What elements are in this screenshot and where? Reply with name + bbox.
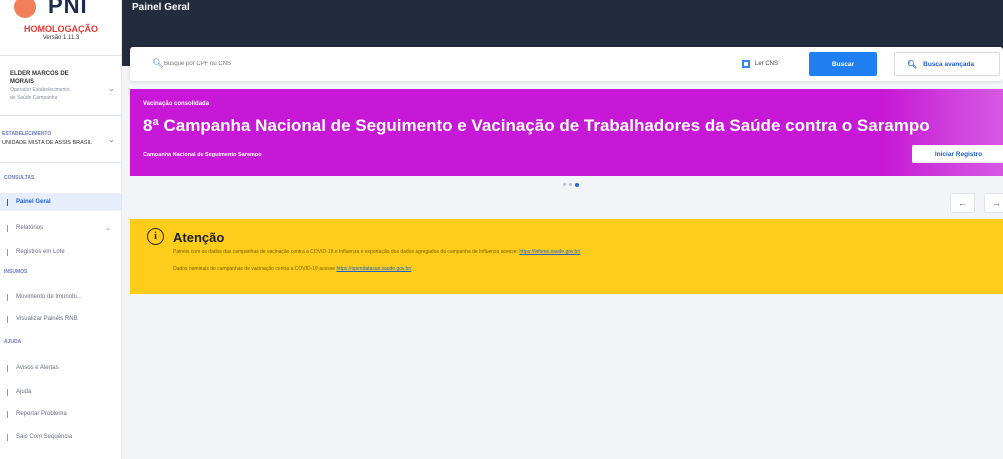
section-label-consultas: CONSULTAS <box>4 175 35 181</box>
movement-icon <box>7 293 11 301</box>
banner-kicker: Vacinação consolidada <box>143 101 210 107</box>
advanced-search-label: Busca avançada <box>923 60 975 68</box>
divider <box>0 115 122 116</box>
dashboard-icon <box>7 198 11 206</box>
sidebar-item-registros-lote[interactable]: Registros em Lote <box>0 243 121 261</box>
opendatasus-link[interactable]: https://opendatasus.saude.gov.br/ <box>336 266 411 272</box>
sidebar-item-label: Painel Geral <box>16 199 51 205</box>
read-cns-button[interactable]: Ler CNS <box>742 56 778 72</box>
alert-line-2: Dados nominais de campanhas de vacinação… <box>173 266 411 272</box>
campaign-banner: Vacinação consolidada 8ª Campanha Nacion… <box>130 89 1003 176</box>
page-title: Painel Geral <box>132 2 190 13</box>
chevron-down-icon: ⌄ <box>105 225 111 232</box>
start-registration-button[interactable]: Iniciar Registro <box>912 145 1003 163</box>
search-bar: 🔍︎ Ler CNS Buscar 🔍︎ Busca avançada <box>130 47 1003 81</box>
user-selector[interactable]: ELDER MARCOS DE MORAIS Operador Estabele… <box>10 70 118 102</box>
alert-title: Atenção <box>173 230 225 245</box>
version-label: Versão 1.11.3 <box>42 35 80 41</box>
user-name-line1: ELDER MARCOS DE <box>10 71 69 77</box>
sidebar-item-painel-geral[interactable]: Painel Geral <box>0 193 121 211</box>
infoms-link[interactable]: https://infoms.saude.gov.br/ <box>519 249 580 255</box>
banner-subtitle: Campanha Nacional de Seguimento Sarampo <box>143 152 262 158</box>
sidebar-item-label: Visualizar Painéis RNB <box>16 316 78 322</box>
bell-icon <box>7 364 11 372</box>
sidebar-item-avisos[interactable]: Avisos e Alertas <box>0 359 121 377</box>
carousel-next-button[interactable]: → <box>984 193 1003 213</box>
sidebar-item-label: Sais Com Sequência <box>16 434 73 440</box>
sidebar-item-label: Registros em Lote <box>16 249 65 255</box>
carousel-indicators <box>563 182 579 187</box>
qr-code-icon <box>742 60 750 68</box>
establishment-label: ESTABELECIMENTO <box>2 131 52 137</box>
report-icon <box>7 224 11 232</box>
establishment-name: UNIDADE MISTA DE ASSIS BRASIL <box>2 140 93 146</box>
sidebar-item-relatorios[interactable]: Relatórios ⌄ <box>0 219 121 237</box>
bug-icon <box>7 410 11 418</box>
sequence-icon <box>7 433 11 441</box>
logo-text: PNI <box>48 0 88 18</box>
alert-line-1: Painéis com os dados das campanhas de va… <box>173 249 580 255</box>
sidebar-item-label: Ajuda <box>16 389 32 395</box>
carousel-dot-active[interactable] <box>575 182 579 187</box>
user-role-line1: Operador Estabelecimento <box>10 87 70 93</box>
establishment-chevron-down-icon[interactable]: ⌄ <box>108 135 115 144</box>
sidebar-item-label: Relatórios <box>16 225 44 231</box>
carousel-dot[interactable] <box>569 183 572 186</box>
batch-icon <box>7 248 11 256</box>
read-cns-label: Ler CNS <box>755 61 779 67</box>
carousel-dot[interactable] <box>563 183 566 186</box>
search-input[interactable] <box>164 56 664 72</box>
user-name-line2: MORAIS <box>10 79 34 85</box>
banner-title: 8ª Campanha Nacional de Seguimento e Vac… <box>143 116 930 135</box>
search-icon: 🔍︎ <box>152 58 164 68</box>
attention-alert: i Atenção Painéis com os dados das campa… <box>130 219 1003 294</box>
search-button[interactable]: Buscar <box>809 52 877 76</box>
carousel-prev-button[interactable]: ← <box>950 193 975 213</box>
section-label-insumos: INSUMOS <box>4 269 28 275</box>
sidebar: PNI HOMOLOGAÇÃO Versão 1.11.3 ELDER MARC… <box>0 0 122 459</box>
sidebar-item-label: Avisos e Alertas <box>16 365 59 371</box>
sidebar-item-label: Reportar Problema <box>16 411 67 417</box>
user-chevron-down-icon[interactable]: ⌄ <box>108 84 115 93</box>
sidebar-item-movimento[interactable]: Movimento de Imunobi... <box>0 288 121 306</box>
help-icon <box>7 388 11 396</box>
app-logo[interactable]: PNI <box>14 0 88 20</box>
advanced-search-button[interactable]: 🔍︎ Busca avançada <box>894 52 1000 76</box>
sidebar-item-sequencia[interactable]: Sais Com Sequência <box>0 428 121 446</box>
search-icon: 🔍︎ <box>907 59 918 69</box>
establishment-selector[interactable]: ESTABELECIMENTO UNIDADE MISTA DE ASSIS B… <box>2 131 108 146</box>
sidebar-item-paineis[interactable]: Visualizar Painéis RNB <box>0 310 121 328</box>
alert-line-2-text: Dados nominais de campanhas de vacinação… <box>173 266 337 272</box>
sidebar-item-label: Movimento de Imunobi... <box>16 294 82 300</box>
environment-label: HOMOLOGAÇÃO <box>24 24 98 34</box>
divider <box>0 55 122 56</box>
sidebar-item-ajuda[interactable]: Ajuda <box>0 383 121 401</box>
section-label-ajuda: AJUDA <box>4 339 22 345</box>
logo-icon <box>14 0 36 18</box>
info-icon: i <box>147 228 164 245</box>
user-role-line2: de Saúde Campanha <box>10 95 58 101</box>
sidebar-item-reportar[interactable]: Reportar Problema <box>0 405 121 423</box>
alert-line-1-text: Painéis com os dados das campanhas de va… <box>173 249 520 255</box>
divider <box>0 162 122 163</box>
panel-icon <box>7 315 11 323</box>
